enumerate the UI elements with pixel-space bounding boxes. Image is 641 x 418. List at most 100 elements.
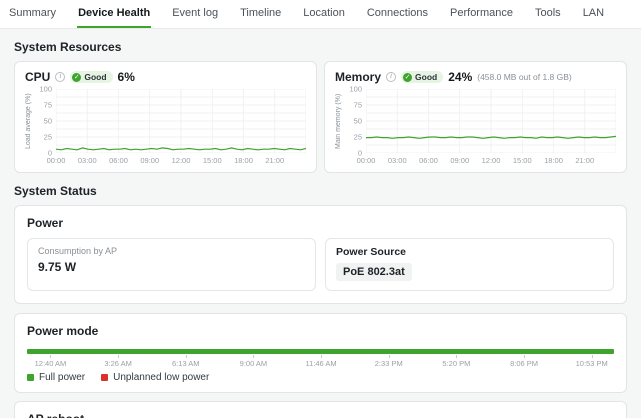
memory-status-badge: ✓ Good [401,71,443,83]
cpu-y-axis-label: Load average (%) [25,89,36,153]
power-mode-card: Power mode 12:40 AM 3:26 AM 6:13 AM 9:00 AM… [14,313,627,393]
y-tick-label: 50 [44,117,52,126]
y-tick-label: 75 [354,101,362,110]
memory-x-ticks: 00:0003:0006:0009:0012:0015:0018:0021:00 [366,153,616,166]
x-tick-label: 12:00 [482,156,501,165]
x-tick-label: 06:00 [109,156,128,165]
cpu-y-ticks: 0255075100 [36,89,56,153]
tab-performance[interactable]: Performance [449,0,514,28]
check-icon: ✓ [72,73,81,82]
consumption-label: Consumption by AP [38,246,305,256]
timeline-tick-label: 12:40 AM [35,359,67,368]
cpu-card: CPU i ✓ Good 6% Load average (%) 0255075… [14,61,317,173]
tab-location[interactable]: Location [302,0,346,28]
memory-y-ticks: 0255075100 [346,89,366,153]
power-mode-legend: Full power Unplanned low power [27,372,614,383]
cpu-card-header: CPU i ✓ Good 6% [25,70,306,84]
timeline-tick-mark [186,355,187,358]
timeline-tick-mark [592,355,593,358]
memory-value: 24% [448,70,472,84]
x-tick-label: 00:00 [357,156,376,165]
y-tick-label: 50 [354,117,362,126]
section-title-system-status: System Status [14,184,627,198]
timeline-tick-label: 3:26 AM [104,359,132,368]
x-tick-label: 06:00 [419,156,438,165]
consumption-card: Consumption by AP 9.75 W [27,238,316,291]
memory-plot [366,89,616,153]
legend-label: Full power [39,372,85,383]
cpu-status-badge: ✓ Good [70,71,112,83]
ap-reboot-title: AP reboot [27,412,614,418]
cpu-plot [56,89,306,153]
power-card: Power Consumption by AP 9.75 W Power Sou… [14,205,627,304]
x-tick-label: 15:00 [513,156,532,165]
memory-detail: (458.0 MB out of 1.8 GB) [477,72,572,82]
timeline-tick-label: 10:53 PM [576,359,608,368]
tab-summary[interactable]: Summary [8,0,57,28]
info-icon[interactable]: i [386,72,396,82]
timeline-tick-label: 2:33 PM [375,359,403,368]
x-tick-label: 12:00 [172,156,191,165]
cpu-value: 6% [118,70,135,84]
cpu-chart: Load average (%) 0255075100 [25,89,306,153]
system-resources-row: CPU i ✓ Good 6% Load average (%) 0255075… [14,61,627,173]
y-tick-label: 100 [349,85,362,94]
y-tick-label: 75 [44,101,52,110]
cpu-title: CPU [25,70,50,84]
timeline-tick-label: 9:00 AM [240,359,268,368]
section-title-system-resources: System Resources [14,40,627,54]
x-tick-label: 09:00 [450,156,469,165]
cpu-x-ticks: 00:0003:0006:0009:0012:0015:0018:0021:00 [56,153,306,166]
legend-swatch [27,374,34,381]
x-tick-label: 18:00 [544,156,563,165]
x-tick-label: 21:00 [265,156,284,165]
memory-title: Memory [335,70,381,84]
timeline-tick-mark [50,355,51,358]
consumption-value: 9.75 W [38,260,305,274]
timeline-tick-mark [389,355,390,358]
timeline-tick-mark [118,355,119,358]
memory-card: Memory i ✓ Good 24% (458.0 MB out of 1.8… [324,61,627,173]
y-tick-label: 25 [354,133,362,142]
legend-item-unplanned-low-power: Unplanned low power [101,372,209,383]
power-source-card: Power Source PoE 802.3at [325,238,614,291]
ap-reboot-card: AP reboot 00:4003:2606:1309:0011:4614:33… [14,401,627,418]
legend-label: Unplanned low power [113,372,209,383]
tab-device-health[interactable]: Device Health [77,0,151,28]
memory-y-axis-label: Main memory (%) [335,89,346,153]
timeline-tick-label: 6:13 AM [172,359,200,368]
timeline-tick-label: 5:20 PM [442,359,470,368]
timeline-tick-mark [524,355,525,358]
legend-swatch [101,374,108,381]
page-content: System Resources CPU i ✓ Good 6% Load av… [0,40,641,418]
tab-bar: Summary Device Health Event log Timeline Loc… [0,0,641,29]
timeline-tick-label: 8:06 PM [510,359,538,368]
power-mode-ticks: 12:40 AM 3:26 AM 6:13 AM 9:00 AM 11:46 AM 2:3… [27,354,614,369]
x-tick-label: 21:00 [575,156,594,165]
y-tick-label: 25 [44,133,52,142]
power-source-value: PoE 802.3at [336,263,412,281]
info-icon[interactable]: i [55,72,65,82]
power-source-label: Power Source [336,246,603,258]
x-tick-label: 00:00 [47,156,66,165]
power-sub-row: Consumption by AP 9.75 W Power Source Po… [27,238,614,291]
tab-lan[interactable]: LAN [582,0,605,28]
tab-timeline[interactable]: Timeline [239,0,282,28]
timeline-tick-mark [456,355,457,358]
tab-connections[interactable]: Connections [366,0,429,28]
timeline-tick-mark [321,355,322,358]
y-tick-label: 100 [39,85,52,94]
timeline-tick-label: 11:46 AM [306,359,337,368]
check-icon: ✓ [403,73,412,82]
x-tick-label: 18:00 [234,156,253,165]
memory-card-header: Memory i ✓ Good 24% (458.0 MB out of 1.8… [335,70,616,84]
tab-event-log[interactable]: Event log [171,0,219,28]
x-tick-label: 09:00 [140,156,159,165]
x-tick-label: 15:00 [203,156,222,165]
tab-tools[interactable]: Tools [534,0,562,28]
legend-item-full-power: Full power [27,372,85,383]
power-mode-title: Power mode [27,324,614,338]
power-title: Power [27,216,614,230]
memory-chart: Main memory (%) 0255075100 [335,89,616,153]
timeline-tick-mark [253,355,254,358]
